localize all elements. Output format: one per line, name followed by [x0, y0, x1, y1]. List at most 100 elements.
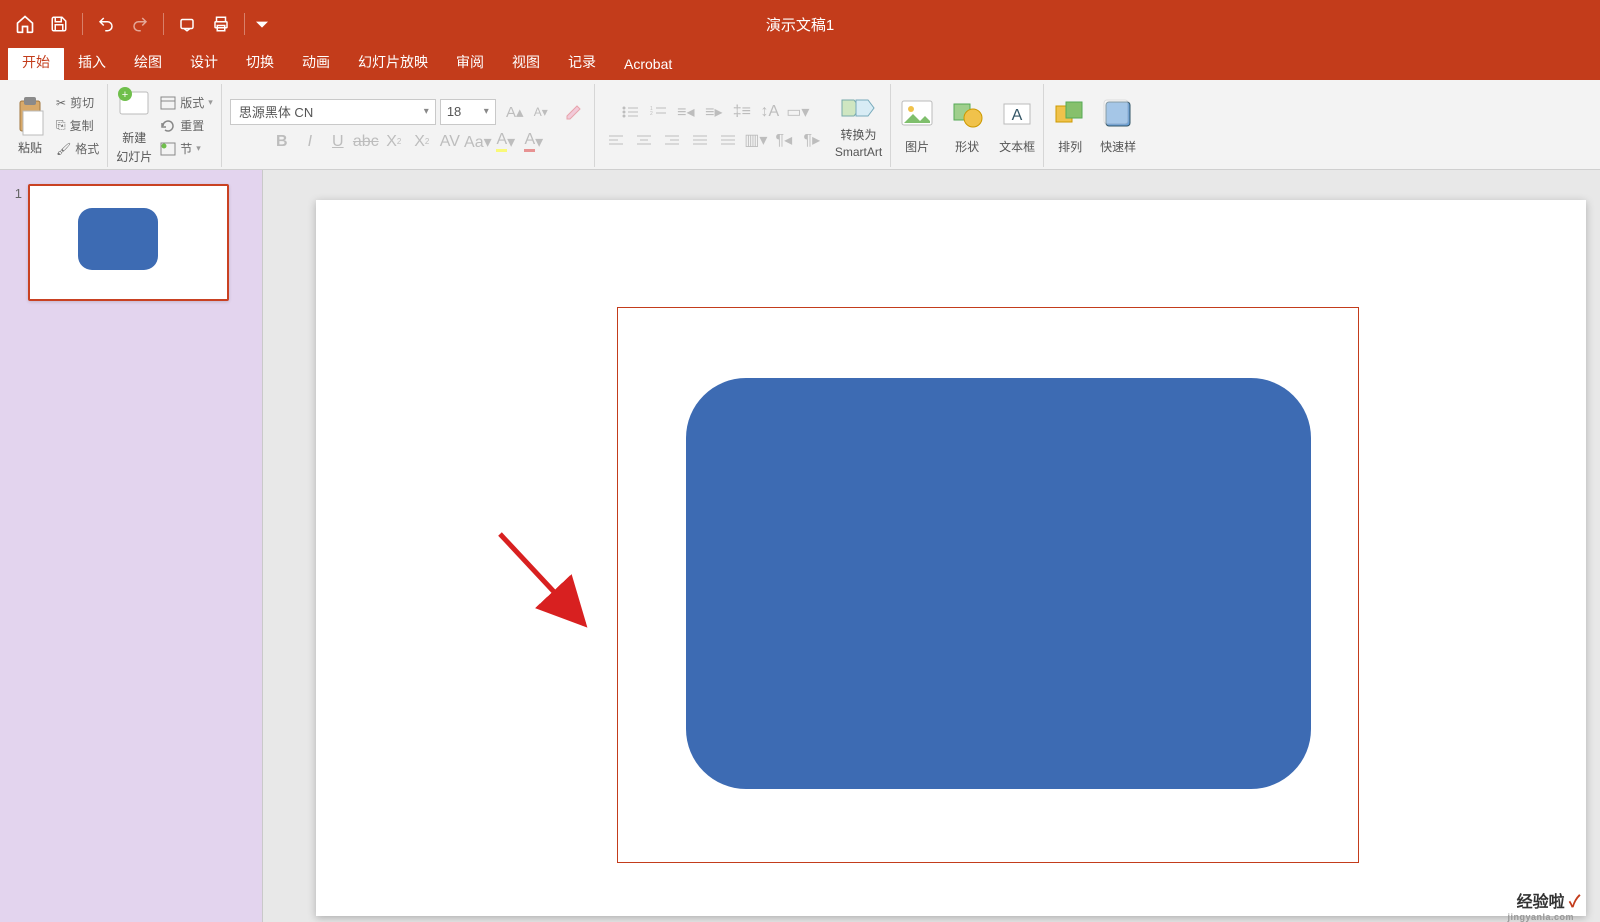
section-icon [160, 142, 176, 156]
textbox-label: 文本框 [999, 138, 1035, 155]
tab-record[interactable]: 记录 [554, 46, 610, 80]
paste-button[interactable]: 粘贴 [14, 95, 46, 156]
decrease-font-icon[interactable]: A▾ [528, 101, 554, 123]
copy-button[interactable]: ⎘ 复制 [56, 117, 94, 134]
change-case-icon[interactable]: Aa▾ [465, 131, 491, 153]
smartart-button[interactable]: 转换为 SmartArt [835, 92, 882, 159]
slide-canvas[interactable]: 经验啦 ✓ jingyanla.com [316, 200, 1586, 916]
tab-slideshow[interactable]: 幻灯片放映 [344, 46, 442, 80]
tab-draw[interactable]: 绘图 [120, 46, 176, 80]
quick-styles-button[interactable]: 快速样 [1100, 96, 1136, 155]
brush-icon: 🖌 [56, 142, 71, 156]
new-slide-button[interactable]: + 新建 幻灯片 [116, 87, 152, 165]
divider [244, 13, 245, 35]
picture-button[interactable]: 图片 [899, 96, 935, 155]
format-painter-button[interactable]: 🖌 格式 [56, 140, 99, 157]
clear-formatting-icon[interactable] [560, 101, 586, 123]
bold-icon[interactable]: B [269, 131, 295, 153]
watermark-check: ✓ [1569, 894, 1580, 911]
group-arrange: 排列 快速样 [1044, 84, 1144, 167]
char-spacing-icon[interactable]: AV [437, 131, 463, 153]
reset-label: 重置 [180, 117, 204, 134]
align-left-icon[interactable] [603, 129, 629, 151]
justify-icon[interactable] [687, 129, 713, 151]
line-spacing-icon[interactable]: ‡≡ [729, 101, 755, 123]
font-size-select[interactable]: 18 ▾ [440, 99, 496, 125]
quick-styles-label: 快速样 [1100, 138, 1136, 155]
columns-icon[interactable]: ▥▾ [743, 129, 769, 151]
font-color-icon[interactable]: A▾ [521, 131, 547, 153]
document-title: 演示文稿1 [766, 14, 834, 35]
distribute-icon[interactable] [715, 129, 741, 151]
strikethrough-icon[interactable]: abc [353, 131, 379, 153]
align-center-icon[interactable] [631, 129, 657, 151]
text-direction-icon[interactable]: ↕A [757, 101, 783, 123]
arrange-button[interactable]: 排列 [1052, 96, 1088, 155]
format-label: 格式 [75, 140, 99, 157]
thumbnail-shape [78, 208, 158, 270]
tab-review[interactable]: 审阅 [442, 46, 498, 80]
divider [163, 13, 164, 35]
tab-transition[interactable]: 切换 [232, 46, 288, 80]
ltr-icon[interactable]: ¶▸ [799, 129, 825, 151]
svg-text:2: 2 [650, 111, 653, 117]
redo-icon[interactable] [125, 9, 155, 39]
font-name-select[interactable]: 思源黑体 CN ▾ [230, 99, 436, 125]
increase-font-icon[interactable]: A▴ [502, 101, 528, 123]
group-slides: + 新建 幻灯片 版式 ▾ 重置 节 ▾ [108, 84, 222, 167]
rtl-icon[interactable]: ¶◂ [771, 129, 797, 151]
textbox-button[interactable]: A 文本框 [999, 96, 1035, 155]
align-text-icon[interactable]: ▭▾ [785, 101, 811, 123]
underline-icon[interactable]: U [325, 131, 351, 153]
ribbon: 粘贴 ✂ 剪切 ⎘ 复制 🖌 格式 + 新建 幻灯片 [0, 80, 1600, 170]
copy-label: 复制 [70, 117, 94, 134]
copy-icon: ⎘ [56, 118, 66, 133]
font-name-value: 思源黑体 CN [239, 102, 313, 121]
svg-text:+: + [122, 89, 128, 101]
chevron-down-icon: ▾ [484, 106, 489, 117]
watermark: 经验啦 ✓ jingyanla.com [1517, 888, 1580, 912]
touch-mode-icon[interactable] [172, 9, 202, 39]
picture-label: 图片 [905, 138, 929, 155]
group-insert: 图片 形状 A 文本框 [891, 84, 1044, 167]
rounded-rectangle-shape[interactable] [686, 378, 1311, 789]
customize-qat-icon[interactable] [253, 9, 271, 39]
decrease-indent-icon[interactable]: ≡◂ [673, 101, 699, 123]
undo-icon[interactable] [91, 9, 121, 39]
reset-button[interactable]: 重置 [160, 117, 204, 134]
layout-button[interactable]: 版式 ▾ [160, 94, 213, 111]
group-paragraph: 12 ≡◂ ≡▸ ‡≡ ↕A ▭▾ ▥▾ ¶◂ ¶▸ 转换为 SmartArt [595, 84, 891, 167]
superscript-icon[interactable]: X2 [381, 131, 407, 153]
tab-design[interactable]: 设计 [176, 46, 232, 80]
align-right-icon[interactable] [659, 129, 685, 151]
tab-view[interactable]: 视图 [498, 46, 554, 80]
font-size-value: 18 [447, 104, 461, 119]
new-slide-label-1: 新建 [122, 129, 146, 146]
number-list-icon[interactable]: 12 [645, 101, 671, 123]
highlight-icon[interactable]: A▾ [493, 131, 519, 153]
arrange-label: 排列 [1058, 138, 1082, 155]
watermark-sub: jingyanla.com [1507, 912, 1574, 922]
annotation-arrow-icon [494, 528, 614, 648]
shape-button[interactable]: 形状 [949, 96, 985, 155]
divider [82, 13, 83, 35]
subscript-icon[interactable]: X2 [409, 131, 435, 153]
tab-home[interactable]: 开始 [8, 46, 64, 80]
shape-label: 形状 [955, 138, 979, 155]
canvas-area[interactable]: 经验啦 ✓ jingyanla.com [263, 170, 1600, 922]
svg-text:A: A [1012, 107, 1023, 124]
italic-icon[interactable]: I [297, 131, 323, 153]
increase-indent-icon[interactable]: ≡▸ [701, 101, 727, 123]
tab-acrobat[interactable]: Acrobat [610, 50, 686, 80]
workspace: 1 经验啦 ✓ jingyanla.com [0, 170, 1600, 922]
bullet-list-icon[interactable] [617, 101, 643, 123]
home-icon[interactable] [10, 9, 40, 39]
section-button[interactable]: 节 ▾ [160, 140, 201, 157]
save-icon[interactable] [44, 9, 74, 39]
reset-icon [160, 119, 176, 133]
cut-button[interactable]: ✂ 剪切 [56, 94, 94, 111]
slide-thumbnail-1[interactable] [28, 184, 229, 301]
print-icon[interactable] [206, 9, 236, 39]
tab-animation[interactable]: 动画 [288, 46, 344, 80]
tab-insert[interactable]: 插入 [64, 46, 120, 80]
